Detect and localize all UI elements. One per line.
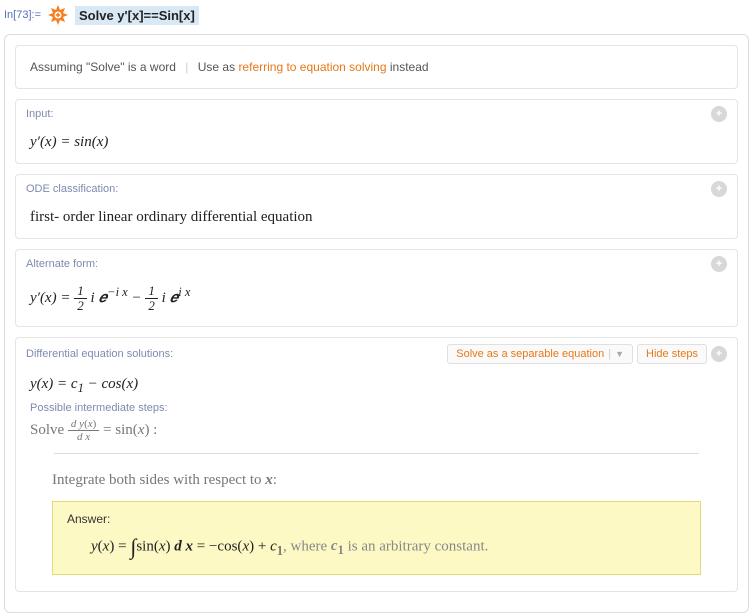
pod-title-alternate: Alternate form: (26, 258, 98, 270)
integrate-step: Integrate both sides with respect to x: (52, 472, 723, 489)
pod-title-solutions: Differential equation solutions: (26, 348, 173, 360)
separable-button[interactable]: Solve as a separable equation | ▼ (447, 344, 633, 364)
pod-classification: ODE classification: + first- order linea… (15, 174, 738, 239)
answer-label: Answer: (67, 512, 686, 526)
pod-alternate: Alternate form: + y′(x) = 12 i 𝒆−i x − 1… (15, 249, 738, 327)
solve-step: Solve d y(x)d x = sin(x) : (30, 418, 723, 443)
alternate-expression: y′(x) = 12 i 𝒆−i x − 12 i 𝒆i x (30, 290, 190, 306)
expand-icon[interactable]: + (711, 256, 727, 272)
pod-solutions: Differential equation solutions: Solve a… (15, 337, 738, 592)
pod-input: Input: + y′(x) = sin(x) (15, 99, 738, 164)
assumption-text: Assuming "Solve" is a word (30, 60, 176, 74)
pod-body-alternate: y′(x) = 12 i 𝒆−i x − 12 i 𝒆i x (16, 276, 737, 326)
input-expression: y′(x) = sin(x) (30, 134, 108, 150)
divider-line (54, 453, 699, 454)
pod-body-input: y′(x) = sin(x) (16, 126, 737, 163)
separator: | (185, 60, 188, 74)
hide-steps-button[interactable]: Hide steps (637, 344, 707, 364)
query-text[interactable]: Solve y'[x]==Sin[x] (75, 6, 199, 25)
answer-expression: y(x) = ∫sin(x) d x = −cos(x) + c1, where… (67, 534, 686, 560)
divider: | (608, 348, 611, 360)
in-label: In[73]:= (4, 9, 41, 21)
instead-label: instead (390, 60, 429, 74)
classification-text: first- order linear ordinary differentia… (30, 209, 313, 225)
answer-box: Answer: y(x) = ∫sin(x) d x = −cos(x) + c… (52, 501, 701, 575)
solution-expression: y(x) = c1 − cos(x) (30, 376, 723, 396)
assumption-bar: Assuming "Solve" is a word | Use as refe… (15, 45, 738, 89)
input-line: In[73]:= Solve y'[x]==Sin[x] (0, 0, 753, 34)
assumption-link[interactable]: referring to equation solving (238, 60, 386, 74)
pod-title-input: Input: (26, 108, 54, 120)
pod-title-classification: ODE classification: (26, 183, 118, 195)
chevron-down-icon[interactable]: ▼ (615, 349, 624, 359)
expand-icon[interactable]: + (711, 346, 727, 362)
intermediate-label: Possible intermediate steps: (30, 402, 723, 414)
use-as-label: Use as (198, 60, 235, 74)
pod-body-classification: first- order linear ordinary differentia… (16, 201, 737, 238)
wolfram-icon[interactable] (47, 4, 69, 26)
expand-icon[interactable]: + (711, 181, 727, 197)
pod-body-solutions: y(x) = c1 − cos(x) Possible intermediate… (16, 368, 737, 591)
result-panel: Assuming "Solve" is a word | Use as refe… (4, 34, 749, 613)
expand-icon[interactable]: + (711, 106, 727, 122)
